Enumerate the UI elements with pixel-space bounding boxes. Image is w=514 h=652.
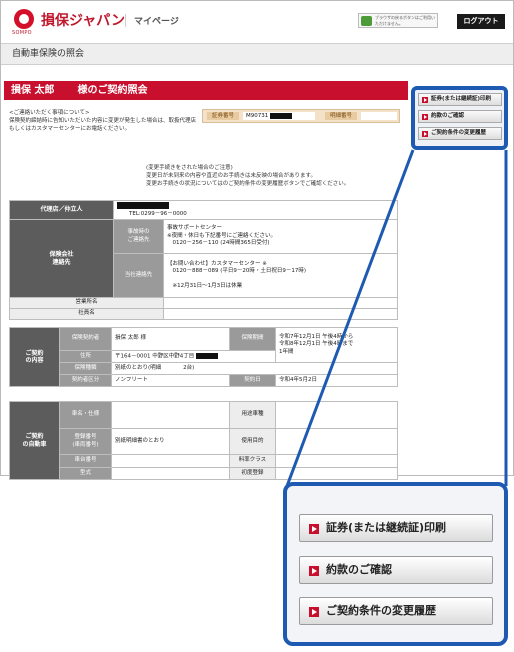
arrow-right-icon (309, 524, 319, 534)
address-label: 住所 (59, 350, 112, 363)
sales-office-label: 営業所名 (9, 297, 164, 309)
model-value (111, 401, 230, 429)
print-certificate-label: 証券(または継続証)印刷 (431, 96, 492, 102)
first-registration-label: 初度登録 (229, 466, 276, 481)
zoom-change-history-button[interactable]: ご契約条件の変更履歴 (299, 597, 493, 625)
notice-heading: <ご連絡いただく事項について> (9, 110, 90, 116)
detail-number-value (361, 112, 397, 120)
zoom-print-certificate-button[interactable]: 証券(または継続証)印刷 (299, 514, 493, 542)
redaction (117, 202, 169, 209)
change-history-button[interactable]: ご契約条件の変更履歴 (418, 127, 502, 140)
screenshot-frame: SOMPO 損保ジャパン マイページ ブラウザの戻るボタンはご利用いただけません… (0, 0, 514, 481)
notice-body: 保険契約締結時に告知いただいた内容に変更が発生した場合は、取扱代理店もしくはカス… (9, 118, 197, 132)
contract-table: ご契約 の内容 保険契約者 損保 太郎 様 保険期間 令和7年12月1日 午後4… (9, 327, 398, 387)
page-title-suffix: 様のご契約照会 (77, 85, 148, 96)
agent-value: TEL:0299－96－0000 (113, 200, 398, 220)
company-contact-label: 当社連絡先 (113, 253, 164, 298)
vehicle-table: ご契約 の自動車 車名・仕様 用途車種 登録番号 (車両番号) 別紙明細書のとお… (9, 401, 398, 481)
rate-class-value (275, 454, 398, 468)
type-label: 型式 (59, 466, 112, 481)
browser-back-text: ブラウザの戻るボタンはご利用いただけません。 (375, 15, 435, 26)
arrow-right-icon (422, 97, 428, 103)
holder-value: 損保 太郎 様 (111, 327, 230, 351)
browser-back-notice: ブラウザの戻るボタンはご利用いただけません。 (358, 13, 438, 28)
change-heading: (変更手続きをされた場合のご注意) (146, 165, 233, 171)
cert-number-value: M90731 (243, 112, 315, 120)
page-title: 損保 太郎 様のご契約照会 (4, 81, 408, 100)
redaction (196, 352, 218, 359)
logo-subtext: SOMPO (12, 30, 32, 36)
office-contact-value: 事故サポートセンター ※夜間・休日も下記番号にご連絡ください。 0120－256… (163, 219, 398, 254)
arrow-right-icon (422, 131, 428, 137)
agent-label: 代理店／仲立人 (9, 200, 114, 220)
holder-label: 保険契約者 (59, 327, 112, 351)
sales-office-value (163, 297, 398, 309)
change-history-label: ご契約条件の変更履歴 (431, 130, 487, 136)
zoom-terms-label: 約款のご確認 (326, 563, 392, 576)
contact-notice: <ご連絡いただく事項について> 保険契約締結時に告知いただいた内容に変更が発生し… (9, 109, 199, 133)
terms-label: 約款のご確認 (431, 113, 465, 119)
kind-label: 保険種類 (59, 362, 112, 375)
agent-insurer-table: 代理店／仲立人 TEL:0299－96－0000 保険会社 連絡先 事故時の ご… (9, 200, 398, 320)
sompo-logo-icon (14, 9, 34, 29)
use-value (275, 401, 398, 429)
cert-number-label: 証券番号 (207, 112, 239, 120)
chassis-value (111, 454, 230, 468)
contract-label: ご契約 の内容 (9, 327, 60, 387)
first-registration-value (275, 466, 398, 481)
arrow-right-icon (309, 566, 319, 576)
office-contact-label: 事故時の ご連絡先 (113, 219, 164, 254)
customer-name: 損保 太郎 (11, 85, 55, 96)
vehicle-label: ご契約 の自動車 (9, 401, 60, 480)
page-header: SOMPO 損保ジャパン マイページ ブラウザの戻るボタンはご利用いただけません… (1, 1, 513, 43)
period-label: 保険期間 (229, 327, 276, 351)
contract-date-value: 令和4年5月2日 (275, 374, 398, 387)
period-value: 令和7年12月1日 午後4時から 令和8年12月1日 午後4時まで 1年間 (275, 327, 398, 363)
insurer-label: 保険会社 連絡先 (9, 219, 114, 298)
model-label: 車名・仕様 (59, 401, 112, 429)
redaction (270, 112, 292, 119)
breadcrumb: 自動車保険の照会 (1, 43, 513, 65)
terms-button[interactable]: 約款のご確認 (418, 110, 502, 123)
sidebar-highlight: 証券(または継続証)印刷 約款のご確認 ご契約条件の変更履歴 (411, 86, 508, 150)
change-notice: (変更手続きをされた場合のご注意) 変更日が未到来の内容や直近のお手続きは未反映… (146, 164, 396, 188)
contract-date-label: 契約日 (229, 374, 276, 387)
address-value: 〒164－0001 中野区中野4丁目 (111, 350, 276, 363)
mypage-label: マイページ (125, 14, 179, 27)
company-contact-value: 【お問い合わせ】カスタマーセンター ※ 0120－888－089 (平日9－20… (163, 253, 398, 298)
change-line-1: 変更日が未到来の内容や直近のお手続きは未反映の場合があります。 (146, 173, 316, 179)
chassis-label: 車台番号 (59, 454, 112, 468)
registration-label: 登録番号 (車両番号) (59, 427, 112, 456)
staff-name-label: 社員名 (9, 308, 164, 320)
change-line-2: 変更お手続きの状況についてはのご契約条件の変更履歴ボタンでご確認ください。 (146, 181, 350, 187)
detail-number-label: 明細番号 (325, 112, 357, 120)
zoom-print-label: 証券(または継続証)印刷 (326, 521, 447, 534)
registration-value: 別紙明細書のとおり (111, 427, 230, 456)
section-label: 契約者区分 (59, 374, 112, 387)
brand-name: 損保ジャパン (41, 13, 125, 29)
print-certificate-button[interactable]: 証券(または継続証)印刷 (418, 93, 502, 106)
purpose-label: 使用目的 (229, 427, 276, 456)
kind-value: 別紙のとおり(明細 2台) (111, 362, 398, 375)
redaction (57, 86, 74, 94)
staff-name-value (163, 308, 398, 320)
type-value (111, 466, 230, 481)
certificate-number-row: 証券番号 M90731 明細番号 (202, 109, 400, 123)
no-back-icon (361, 16, 372, 26)
zoom-terms-button[interactable]: 約款のご確認 (299, 556, 493, 584)
zoomed-buttons-panel: 証券(または継続証)印刷 約款のご確認 ご契約条件の変更履歴 (283, 482, 508, 646)
zoom-history-label: ご契約条件の変更履歴 (326, 604, 436, 617)
use-label: 用途車種 (229, 401, 276, 429)
section-value: ノンフリート (111, 374, 230, 387)
logout-button[interactable]: ログアウト (457, 14, 505, 29)
arrow-right-icon (422, 114, 428, 120)
rate-class-label: 料率クラス (229, 454, 276, 468)
purpose-value (275, 427, 398, 456)
arrow-right-icon (309, 607, 319, 617)
